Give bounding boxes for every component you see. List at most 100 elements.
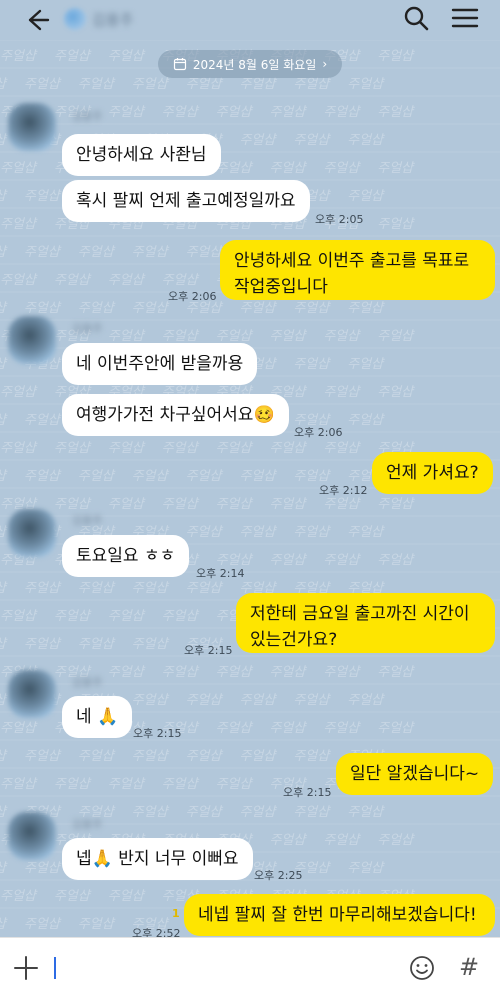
watermark-text: 주얼샵: [377, 664, 414, 680]
avatar[interactable]: [8, 670, 56, 718]
watermark-text: 주얼샵: [161, 104, 198, 120]
message-time: 오후 2:15: [133, 727, 182, 740]
woozy-face-emoji-icon: 🥴: [253, 405, 275, 425]
watermark-text: 주얼샵: [0, 48, 36, 64]
avatar[interactable]: [8, 812, 56, 860]
watermark-text: 주얼샵: [0, 160, 36, 176]
watermark-text: 주얼샵: [107, 888, 144, 904]
message-text: 네: [76, 707, 92, 727]
watermark-text: 주얼샵: [377, 832, 414, 848]
watermark-text: 주얼샵: [161, 272, 198, 288]
watermark-text: 주얼샵: [377, 720, 414, 736]
watermark-text: 주얼샵: [107, 48, 144, 64]
watermark-text: 주얼샵: [107, 664, 144, 680]
watermark-text: 주얼샵: [347, 804, 384, 820]
watermark-text: 주얼샵: [347, 860, 384, 876]
my-message-bubble[interactable]: 안녕하세요 이번주 출고를 목표로 작업중입니다: [220, 240, 495, 300]
watermark-text: 주얼샵: [131, 692, 168, 708]
watermark-text: 주얼샵: [161, 440, 198, 456]
watermark-text: 주얼샵: [239, 132, 276, 148]
watermark-text: 주얼샵: [0, 409, 6, 428]
watermark-text: 주얼샵: [185, 692, 222, 708]
message-bubble[interactable]: 넵🙏 반지 너무 이뻐요: [62, 838, 253, 880]
praying-hands-emoji-icon: 🙏: [97, 707, 119, 727]
watermark-text: 주얼샵: [215, 720, 252, 736]
chat-header: 김용주: [0, 0, 500, 40]
watermark-text: 주얼샵: [0, 129, 6, 148]
watermark-text: 주얼샵: [323, 328, 360, 344]
watermark-text: 주얼샵: [323, 160, 360, 176]
watermark-text: 주얼샵: [107, 440, 144, 456]
watermark-text: 주얼샵: [215, 664, 252, 680]
my-message-bubble[interactable]: 언제 가셔요?: [372, 452, 493, 494]
watermark-text: 주얼샵: [269, 104, 306, 120]
watermark-text: 주얼샵: [77, 300, 114, 316]
watermark-text: 주얼샵: [185, 524, 222, 540]
text-cursor: [54, 957, 56, 979]
watermark-text: 주얼샵: [215, 440, 252, 456]
my-message-bubble[interactable]: 저한테 금요일 출고까진 시간이 있는건가요?: [236, 593, 495, 653]
watermark-text: 주얼샵: [347, 76, 384, 92]
watermark-text: 주얼샵: [161, 328, 198, 344]
watermark-text: 주얼샵: [293, 524, 330, 540]
watermark-text: 주얼샵: [161, 496, 198, 512]
watermark-text: 주얼샵: [293, 804, 330, 820]
avatar[interactable]: [8, 509, 56, 557]
watermark-text: 주얼샵: [269, 832, 306, 848]
message-input[interactable]: [52, 952, 392, 982]
watermark-text: 주얼샵: [53, 888, 90, 904]
message-bubble[interactable]: 혹시 팔찌 언제 출고예정일까요: [62, 180, 310, 222]
watermark-text: 주얼샵: [239, 524, 276, 540]
hashtag-button[interactable]: #: [456, 952, 482, 982]
watermark-text: 주얼샵: [185, 748, 222, 764]
watermark-text: 주얼샵: [77, 468, 114, 484]
watermark-text: 주얼샵: [239, 468, 276, 484]
watermark-text: 주얼샵: [107, 776, 144, 792]
my-message-bubble[interactable]: 네넵 팔찌 잘 한번 마무리해보겠습니다!: [184, 894, 495, 936]
watermark-text: 주얼샵: [269, 664, 306, 680]
hamburger-menu-icon[interactable]: [448, 2, 482, 34]
watermark-text: 주얼샵: [131, 636, 168, 652]
search-icon[interactable]: [400, 2, 432, 34]
message-bubble[interactable]: 네 🙏: [62, 696, 133, 738]
watermark-text: 주얼샵: [131, 580, 168, 596]
sender-name: 김용주: [72, 818, 103, 831]
watermark-text: 주얼샵: [323, 832, 360, 848]
watermark-text: 주얼샵: [53, 496, 90, 512]
watermark-text: 주얼샵: [0, 440, 36, 456]
watermark-text: 주얼샵: [347, 188, 384, 204]
watermark-text: 주얼샵: [269, 328, 306, 344]
message-bubble[interactable]: 안녕하세요 사좐님: [62, 134, 221, 176]
message-bubble[interactable]: 여행가가전 차구싶어서요🥴: [62, 394, 289, 436]
watermark-text: 주얼샵: [77, 636, 114, 652]
watermark-text: 주얼샵: [323, 664, 360, 680]
watermark-text: 주얼샵: [239, 692, 276, 708]
plus-icon[interactable]: [12, 954, 40, 982]
avatar[interactable]: [8, 316, 56, 364]
watermark-text: 주얼샵: [23, 916, 60, 932]
watermark-text: 주얼샵: [23, 580, 60, 596]
message-bubble[interactable]: 네 이번주안에 받을까용: [62, 343, 258, 385]
avatar[interactable]: [8, 103, 56, 151]
watermark-text: 주얼샵: [269, 160, 306, 176]
watermark-text: 주얼샵: [185, 244, 222, 260]
watermark-text: 주얼샵: [239, 748, 276, 764]
date-divider[interactable]: 2024년 8월 6일 화요일 ›: [158, 50, 342, 78]
watermark-text: 주얼샵: [131, 748, 168, 764]
watermark-text: 주얼샵: [293, 692, 330, 708]
watermark-text: 주얼샵: [161, 664, 198, 680]
watermark-text: 주얼샵: [215, 160, 252, 176]
emoji-icon[interactable]: [408, 954, 436, 982]
sender-name: 김용주: [72, 322, 103, 335]
my-message-bubble[interactable]: 일단 알겠습니다~: [336, 753, 494, 795]
watermark-text: 주얼샵: [0, 521, 6, 540]
watermark-text: 주얼샵: [107, 104, 144, 120]
message-bubble[interactable]: 토요일요 ㅎㅎ: [62, 535, 190, 577]
watermark-text: 주얼샵: [347, 356, 384, 372]
message-input-bar: #: [0, 937, 500, 1000]
back-arrow-icon[interactable]: [20, 4, 52, 36]
watermark-text: 주얼샵: [107, 496, 144, 512]
message-text: 넵: [76, 849, 92, 869]
header-avatar[interactable]: [64, 8, 86, 30]
contact-name[interactable]: 김용주: [92, 9, 133, 30]
